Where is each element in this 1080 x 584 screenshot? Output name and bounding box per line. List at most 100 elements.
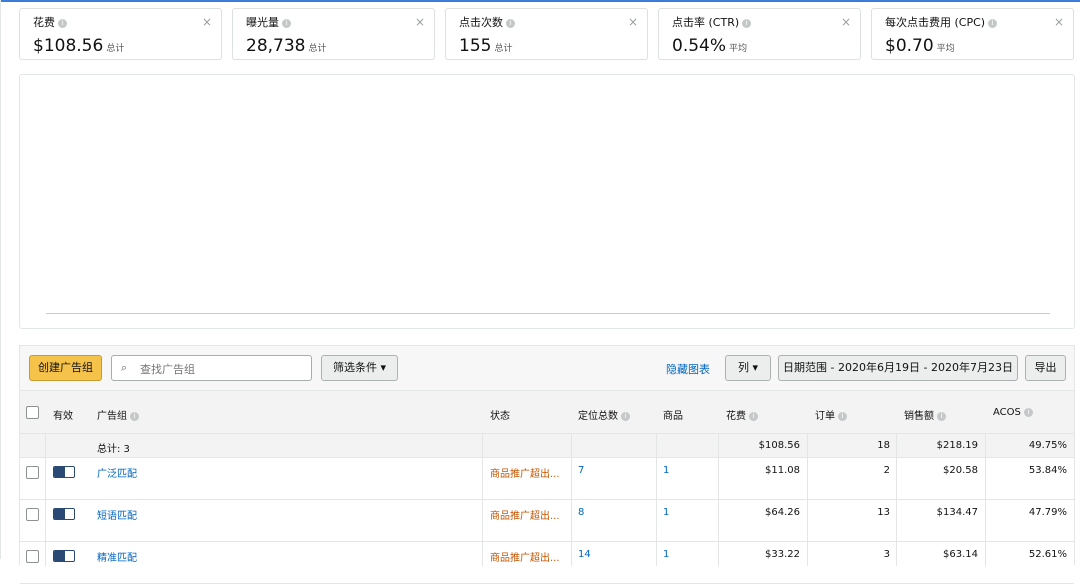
- ad-group-name-link[interactable]: 广泛匹配: [97, 465, 137, 480]
- metric-card-cpc[interactable]: 每次点击费用 (CPC) i × $0.70 平均: [871, 8, 1074, 60]
- columns-button[interactable]: 列 ▾: [725, 355, 771, 381]
- info-icon[interactable]: i: [988, 18, 998, 28]
- info-icon[interactable]: i: [58, 18, 67, 28]
- filter-button[interactable]: 筛选条件 ▾: [321, 355, 398, 381]
- column-divider: [807, 434, 808, 566]
- metric-sub: 平均: [936, 44, 955, 54]
- header-spend[interactable]: 花费 i: [726, 407, 758, 422]
- toggle-knob: [54, 509, 65, 519]
- chart-panel: [19, 74, 1075, 329]
- products-link[interactable]: 1: [663, 465, 669, 476]
- orders-value: 13: [877, 507, 890, 518]
- column-divider: [896, 434, 897, 566]
- totals-label: 总计: 3: [97, 444, 130, 455]
- header-status[interactable]: 状态: [490, 407, 510, 422]
- table-row: 精准匹配 商品推广超出... 14 1 $33.22 3 $63.14 52.6…: [20, 542, 1074, 584]
- column-divider: [45, 434, 46, 566]
- totals-sales: $218.19: [936, 440, 978, 451]
- export-button[interactable]: 导出: [1025, 355, 1066, 381]
- info-icon[interactable]: i: [282, 18, 291, 28]
- orders-value: 2: [883, 465, 890, 476]
- header-products[interactable]: 商品: [663, 407, 683, 422]
- products-link[interactable]: 1: [663, 549, 669, 560]
- info-icon: i: [130, 411, 139, 421]
- toggle-knob: [54, 551, 65, 561]
- search-input[interactable]: [138, 359, 302, 379]
- targets-link[interactable]: 7: [578, 465, 584, 476]
- table-toolbar: 创建广告组 ⌕ 筛选条件 ▾ 隐藏图表 列 ▾ 日期范围 - 2020年6月19…: [20, 346, 1074, 390]
- info-icon: i: [838, 411, 847, 421]
- spend-value: $64.26: [765, 507, 800, 518]
- info-icon[interactable]: i: [506, 18, 515, 28]
- search-box[interactable]: ⌕: [111, 355, 312, 381]
- chevron-down-icon: ▾: [752, 361, 759, 374]
- metric-value: 0.54%: [672, 36, 727, 56]
- row-checkbox[interactable]: [26, 508, 39, 521]
- create-ad-group-button[interactable]: 创建广告组: [29, 355, 102, 381]
- status-text[interactable]: 商品推广超出...: [490, 549, 560, 564]
- close-icon[interactable]: ×: [628, 15, 638, 29]
- ad-group-name-link[interactable]: 短语匹配: [97, 507, 137, 522]
- metric-value: $108.56: [33, 36, 104, 56]
- metric-card-spend[interactable]: 花费 i × $108.56 总计: [19, 8, 222, 60]
- metric-sub: 平均: [729, 44, 748, 54]
- status-text[interactable]: 商品推广超出...: [490, 465, 560, 480]
- close-icon[interactable]: ×: [841, 15, 851, 29]
- table-header-row: 有效 广告组 i 状态 定位总数 i 商品 花费 i 订单 i 销售额 i ACOS i: [20, 390, 1074, 434]
- info-icon[interactable]: i: [742, 18, 752, 28]
- header-acos[interactable]: ACOS i: [993, 407, 1033, 418]
- select-all-checkbox[interactable]: [26, 406, 39, 419]
- metric-label: 点击次数: [459, 16, 503, 29]
- acos-value: 47.79%: [1028, 507, 1067, 518]
- metric-value: $0.70: [885, 36, 934, 56]
- metric-card-impressions[interactable]: 曝光量 i × 28,738 总计: [232, 8, 435, 60]
- filter-label: 筛选条件: [332, 361, 377, 374]
- header-active[interactable]: 有效: [53, 407, 73, 422]
- active-toggle[interactable]: [53, 550, 75, 562]
- columns-label: 列: [737, 361, 749, 374]
- products-link[interactable]: 1: [663, 507, 669, 518]
- row-checkbox[interactable]: [26, 550, 39, 563]
- info-icon: i: [749, 411, 758, 421]
- hide-chart-link[interactable]: 隐藏图表: [666, 361, 710, 377]
- metric-sub: 总计: [308, 44, 327, 54]
- active-toggle[interactable]: [53, 466, 75, 478]
- metric-card-clicks[interactable]: 点击次数 i × 155 总计: [445, 8, 648, 60]
- metric-value: 155: [459, 36, 492, 56]
- metric-sub: 总计: [494, 44, 513, 54]
- chart-baseline: [46, 313, 1050, 314]
- totals-orders: 18: [877, 440, 890, 451]
- close-icon[interactable]: ×: [415, 15, 425, 29]
- totals-spend: $108.56: [758, 440, 800, 451]
- top-accent-line: [0, 0, 1080, 2]
- table-row: 广泛匹配 商品推广超出... 7 1 $11.08 2 $20.58 53.84…: [20, 458, 1074, 500]
- targets-link[interactable]: 8: [578, 507, 584, 518]
- date-range-button[interactable]: 日期范围 - 2020年6月19日 - 2020年7月23日: [778, 355, 1018, 381]
- totals-row: 总计: 3 $108.56 18 $218.19 49.75%: [20, 434, 1074, 458]
- info-icon: i: [621, 411, 630, 421]
- column-divider: [985, 434, 986, 566]
- metric-label: 点击率 (CTR): [672, 16, 740, 29]
- header-targets[interactable]: 定位总数 i: [578, 407, 630, 422]
- close-icon[interactable]: ×: [1054, 15, 1064, 29]
- chevron-down-icon: ▾: [380, 361, 387, 374]
- header-sales[interactable]: 销售额 i: [904, 407, 946, 422]
- status-text[interactable]: 商品推广超出...: [490, 507, 560, 522]
- metric-sub: 总计: [106, 44, 125, 54]
- metric-value: 28,738: [246, 36, 306, 56]
- info-icon: i: [1023, 407, 1033, 417]
- header-orders[interactable]: 订单 i: [815, 407, 847, 422]
- acos-value: 53.84%: [1028, 465, 1067, 476]
- ad-group-name-link[interactable]: 精准匹配: [97, 549, 137, 564]
- row-checkbox[interactable]: [26, 466, 39, 479]
- column-divider: [718, 434, 719, 566]
- ad-groups-table-panel: 创建广告组 ⌕ 筛选条件 ▾ 隐藏图表 列 ▾ 日期范围 - 2020年6月19…: [19, 345, 1075, 584]
- metric-card-ctr[interactable]: 点击率 (CTR) i × 0.54% 平均: [658, 8, 861, 60]
- targets-link[interactable]: 14: [578, 549, 591, 560]
- info-icon: i: [937, 411, 946, 421]
- column-divider: [656, 434, 657, 566]
- active-toggle[interactable]: [53, 508, 75, 520]
- close-icon[interactable]: ×: [202, 15, 212, 29]
- header-ad-group[interactable]: 广告组 i: [97, 407, 139, 422]
- search-icon: ⌕: [121, 361, 128, 374]
